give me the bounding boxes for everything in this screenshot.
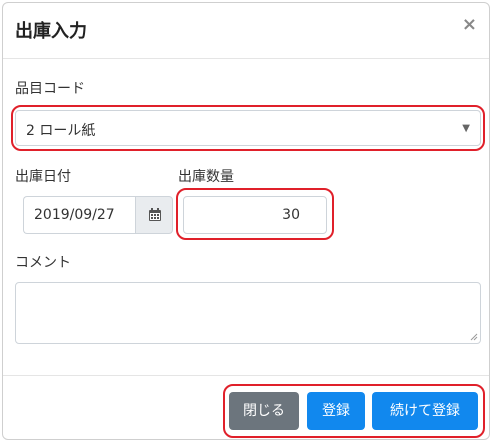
chevron-down-icon: ▼ [462, 123, 470, 134]
item-code-label: 品目コード [15, 81, 85, 97]
comment-textarea[interactable] [15, 282, 481, 344]
footer-divider [3, 375, 489, 376]
continue-register-button[interactable]: 続けて登録 [372, 392, 478, 430]
item-code-select[interactable]: 2 ロール紙 ▼ [15, 110, 481, 146]
item-code-value: 2 ロール紙 [26, 123, 96, 139]
quantity-value: 30 [282, 207, 300, 223]
dialog-header: 出庫入力 × [3, 3, 489, 59]
dialog-title: 出庫入力 [15, 21, 87, 42]
date-input[interactable]: 2019/09/27 [23, 196, 135, 234]
quantity-input[interactable]: 30 [183, 196, 327, 234]
stock-out-dialog: 出庫入力 × 品目コード 2 ロール紙 ▼ 出庫日付 2019/09/27 出庫… [2, 2, 490, 440]
close-button[interactable]: 閉じる [229, 392, 299, 430]
comment-label: コメント [15, 255, 71, 271]
resize-grip-icon[interactable] [470, 333, 478, 341]
date-label: 出庫日付 [15, 169, 71, 185]
quantity-label: 出庫数量 [178, 169, 234, 185]
date-value: 2019/09/27 [34, 207, 115, 223]
calendar-icon [149, 208, 161, 221]
calendar-button[interactable] [135, 196, 173, 234]
register-button[interactable]: 登録 [307, 392, 365, 430]
close-icon[interactable]: × [462, 15, 477, 35]
